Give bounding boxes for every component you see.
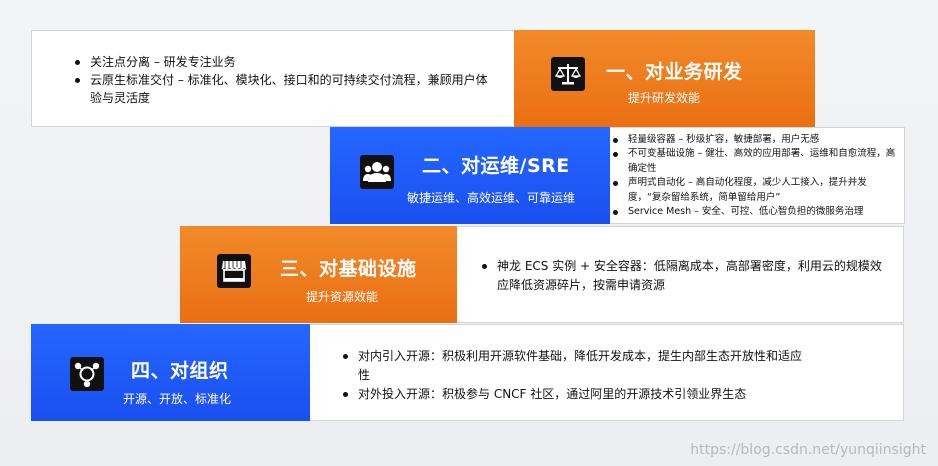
row-1-tile: 一、对业务研发 提升研发效能 <box>514 30 815 127</box>
row-3-subtitle: 提升资源效能 <box>306 290 379 304</box>
row-3-tile: 三、对基础设施 提升资源效能 <box>180 226 458 323</box>
row-2-tile: 二、对运维/SRE 敏捷运维、高效运维、可靠运维 <box>330 127 611 224</box>
row-2-bullet-4: Service Mesh – 安全、可控、低心智负担的微服务治理 <box>610 205 900 219</box>
row-4-subtitle: 开源、开放、标准化 <box>123 392 232 406</box>
store-icon <box>217 254 251 288</box>
row-4-panel: 对内引入开源：积极利用开源软件基础，降低开发成本，提生内部生态开放性和适应性 对… <box>310 324 904 421</box>
row-2-subtitle: 敏捷运维、高效运维、可靠运维 <box>407 191 576 205</box>
row-1-subtitle: 提升研发效能 <box>628 91 701 105</box>
row-3-bullets: 神龙 ECS 实例 + 安全容器：低隔离成本，高部署密度，利用云的规模效应降低资… <box>479 257 887 295</box>
row-1-panel: 关注点分离 – 研发专注业务 云原生标准交付 – 标准化、模块化、接口和的可持续… <box>31 30 515 127</box>
row-4-tile: 四、对组织 开源、开放、标准化 <box>31 324 311 421</box>
row-4-bullets: 对内引入开源：积极利用开源软件基础，降低开发成本，提生内部生态开放性和适应性 对… <box>340 347 810 404</box>
network-icon <box>70 357 104 391</box>
row-2-bullets: 轻量级容器 – 秒级扩容，敏捷部署，用户无感 不可变基础设施 – 健壮、高效的应… <box>610 133 900 219</box>
row-2-panel: 轻量级容器 – 秒级扩容，敏捷部署，用户无感 不可变基础设施 – 健壮、高效的应… <box>610 127 905 224</box>
row-1-title: 一、对业务研发 <box>606 61 743 83</box>
row-4-bullet-1: 对内引入开源：积极利用开源软件基础，降低开发成本，提生内部生态开放性和适应性 <box>340 347 810 385</box>
row-1-bullets: 关注点分离 – 研发专注业务 云原生标准交付 – 标准化、模块化、接口和的可持续… <box>72 53 490 107</box>
row-3-title: 三、对基础设施 <box>280 258 417 280</box>
row-3-panel: 神龙 ECS 实例 + 安全容器：低隔离成本，高部署密度，利用云的规模效应降低资… <box>457 226 904 323</box>
row-2-title: 二、对运维/SRE <box>422 155 570 177</box>
row-2-bullet-3: 声明式自动化 – 高自动化程度，减少人工接入，提升并发度，“复杂留给系统，简单留… <box>610 176 900 205</box>
row-1-bullet-2: 云原生标准交付 – 标准化、模块化、接口和的可持续交付流程，兼顾用户体验与灵活度 <box>72 71 490 107</box>
scale-icon <box>551 57 585 91</box>
row-2-bullet-1: 轻量级容器 – 秒级扩容，敏捷部署，用户无感 <box>610 133 900 147</box>
row-4-bullet-2: 对外投入开源：积极参与 CNCF 社区，通过阿里的开源技术引领业界生态 <box>340 385 810 404</box>
team-icon <box>360 155 394 189</box>
row-4-title: 四、对组织 <box>131 360 229 382</box>
row-1-bullet-1: 关注点分离 – 研发专注业务 <box>72 53 490 71</box>
row-2-bullet-2: 不可变基础设施 – 健壮、高效的应用部署、运维和自愈流程，高确定性 <box>610 147 900 176</box>
watermark: https://blog.csdn.net/yunqiinsight <box>690 442 926 458</box>
row-3-bullet-1: 神龙 ECS 实例 + 安全容器：低隔离成本，高部署密度，利用云的规模效应降低资… <box>479 257 887 295</box>
